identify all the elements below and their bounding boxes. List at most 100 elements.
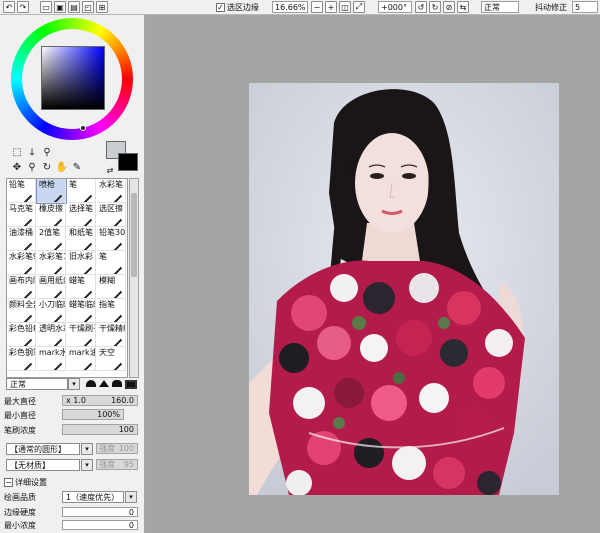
magic-wand-icon[interactable]: ⚲ — [41, 146, 53, 158]
min-size-slider[interactable]: 100% — [62, 409, 124, 420]
invert-selection-icon[interactable]: ▣ — [54, 1, 66, 13]
tool-cell[interactable]: 彩色钢笔 — [7, 347, 36, 371]
tool-cell[interactable]: 指笔 — [97, 299, 126, 323]
quality-select[interactable]: 1（速度优先） — [62, 491, 124, 503]
chevron-down-icon[interactable]: ▾ — [68, 378, 80, 390]
shape-strength-slider[interactable]: 强度 100 — [96, 443, 138, 454]
zoom-in-icon[interactable]: + — [325, 1, 337, 13]
min-density-field[interactable]: 0 — [62, 520, 138, 530]
flip-icon[interactable]: ⇆ — [457, 1, 469, 13]
tool-cell[interactable]: 旧水彩 — [67, 251, 96, 275]
tool-grid-scrollbar[interactable] — [129, 178, 139, 378]
rotate-reset-icon[interactable]: ⊘ — [443, 1, 455, 13]
tool-cell[interactable]: 天空 — [97, 347, 126, 371]
tool-cell[interactable]: 笔 — [67, 179, 96, 203]
brush-icon — [53, 218, 63, 226]
chevron-down-icon[interactable]: ▾ — [81, 459, 93, 471]
density-slider[interactable]: 100 — [62, 424, 138, 435]
tool-cell[interactable]: 和纸笔 — [67, 227, 96, 251]
checkbox-icon[interactable]: ✓ — [216, 2, 225, 12]
tool-cell[interactable]: 水彩笔10版 — [37, 251, 66, 275]
rotation-field[interactable]: +000° — [378, 1, 412, 13]
blend-mode-select[interactable]: 正常 — [481, 1, 519, 13]
tool-cell[interactable]: 干燥刷子 — [67, 323, 96, 347]
tool-cell[interactable]: 画布内隔 — [7, 275, 36, 299]
tool-cell[interactable]: 2值笔 — [37, 227, 66, 251]
zoom-out-icon[interactable]: − — [311, 1, 323, 13]
selection-edge-label: 选区边缘 — [227, 2, 259, 12]
zoom-icon[interactable]: ⊞ — [96, 1, 108, 13]
lasso-icon[interactable]: ↆ — [26, 146, 38, 158]
brush-texture-select[interactable]: 【无材质】 — [6, 459, 80, 471]
foreground-color-swatch[interactable] — [118, 153, 138, 171]
texture-strength-slider[interactable]: 强度 95 — [96, 459, 138, 470]
tool-cell[interactable]: 选区擦 — [97, 203, 126, 227]
tool-cell[interactable]: 马克笔 — [7, 203, 36, 227]
density-label: 笔刷浓度 — [4, 425, 36, 435]
eyedropper-icon[interactable]: ✎ — [71, 161, 83, 173]
swap-colors-icon[interactable]: ⇄ — [104, 164, 116, 176]
zoom-field[interactable]: 16.66% — [272, 1, 308, 13]
edge-hardness-field[interactable]: 0 — [62, 507, 138, 517]
tool-cell[interactable]: 画用纸内隔 — [37, 275, 66, 299]
tool-label: 选择笔 — [69, 204, 93, 213]
tool-cell[interactable]: 彩色铅PLC — [7, 323, 36, 347]
square-tip-icon[interactable] — [125, 380, 137, 389]
rotate-left-icon[interactable]: ↺ — [415, 1, 427, 13]
rotate-right-icon[interactable]: ↻ — [429, 1, 441, 13]
tool-cell[interactable]: 蜡笔临时 — [67, 299, 96, 323]
advanced-settings-row[interactable]: − 详细设置 — [4, 476, 142, 488]
tool-label: 干燥刷子 — [69, 324, 95, 333]
collapse-icon[interactable]: − — [4, 477, 13, 487]
chevron-down-icon[interactable]: ▾ — [125, 491, 137, 503]
tool-cell[interactable]: 水彩笔 — [97, 179, 126, 203]
tool-label: 2值笔 — [39, 228, 61, 237]
tool-label: 干燥精细 — [99, 324, 125, 333]
tool-cell[interactable]: 干燥精细 — [97, 323, 126, 347]
zoom-tool-icon[interactable]: ⚲ — [26, 161, 38, 173]
brush-icon — [23, 266, 33, 274]
tool-label: 喷枪 — [39, 180, 55, 189]
tool-cell[interactable]: 笔 — [97, 251, 126, 275]
deselect-icon[interactable]: ▭ — [40, 1, 52, 13]
chevron-down-icon[interactable]: ▾ — [81, 443, 93, 455]
fit-view-icon[interactable]: ⤢ — [353, 1, 365, 13]
tool-cell[interactable]: 铅笔 — [7, 179, 36, 203]
triangle-tip-icon[interactable] — [99, 380, 109, 387]
saturation-value-square[interactable] — [41, 46, 105, 110]
redo-icon[interactable]: ↷ — [17, 1, 29, 13]
tool-cell[interactable]: 选择笔 — [67, 203, 96, 227]
show-selection-icon[interactable]: ▤ — [68, 1, 80, 13]
tool-label: 模糊 — [99, 276, 115, 285]
tool-cell[interactable]: 蜡笔 — [67, 275, 96, 299]
brush-blend-mode-select[interactable]: 正常 — [6, 378, 68, 390]
max-size-slider[interactable]: x 1.0 160.0 — [62, 395, 138, 406]
scrollbar-thumb[interactable] — [131, 193, 137, 277]
undo-icon[interactable]: ↶ — [3, 1, 15, 13]
selection-edge-toggle[interactable]: ✓ 选区边缘 — [216, 1, 272, 13]
tool-cell[interactable]: 喷枪 — [36, 179, 67, 204]
rotate-tool-icon[interactable]: ↻ — [41, 161, 53, 173]
tool-cell[interactable]: 小刀临时 — [37, 299, 66, 323]
tool-cell[interactable]: 透明水彩 — [37, 323, 66, 347]
selection-icon[interactable]: ⬚ — [11, 146, 23, 158]
paint-tool-sai-window: ↶ ↷ ▭ ▣ ▤ ◰ ⊞ ✓ 选区边缘 16.66% − + ◫ ⤢ +000… — [0, 0, 600, 533]
hand-icon[interactable]: ✋ — [56, 161, 68, 173]
zoom-reset-icon[interactable]: ◫ — [339, 1, 351, 13]
tool-cell[interactable]: 颜料全部 — [7, 299, 36, 323]
transform-icon[interactable]: ◰ — [82, 1, 94, 13]
brush-shape-select[interactable]: 【通常的圆形】 — [6, 443, 80, 455]
tool-cell[interactable]: 水彩笔9版 — [7, 251, 36, 275]
tool-cell[interactable]: mark油性 — [67, 347, 96, 371]
round-tip-icon[interactable] — [86, 380, 96, 387]
stabilizer-select[interactable]: 5 — [572, 1, 598, 13]
tool-cell[interactable]: 模糊 — [97, 275, 126, 299]
hue-marker[interactable] — [80, 125, 86, 131]
tool-cell[interactable]: mark水性 — [37, 347, 66, 371]
tool-cell[interactable]: 铅笔30 — [97, 227, 126, 251]
flat-tip-icon[interactable] — [112, 380, 122, 387]
canvas-area[interactable] — [146, 15, 600, 533]
tool-cell[interactable]: 橡皮擦 — [37, 203, 66, 227]
tool-cell[interactable]: 油漆桶 — [7, 227, 36, 251]
move-icon[interactable]: ✥ — [11, 161, 23, 173]
